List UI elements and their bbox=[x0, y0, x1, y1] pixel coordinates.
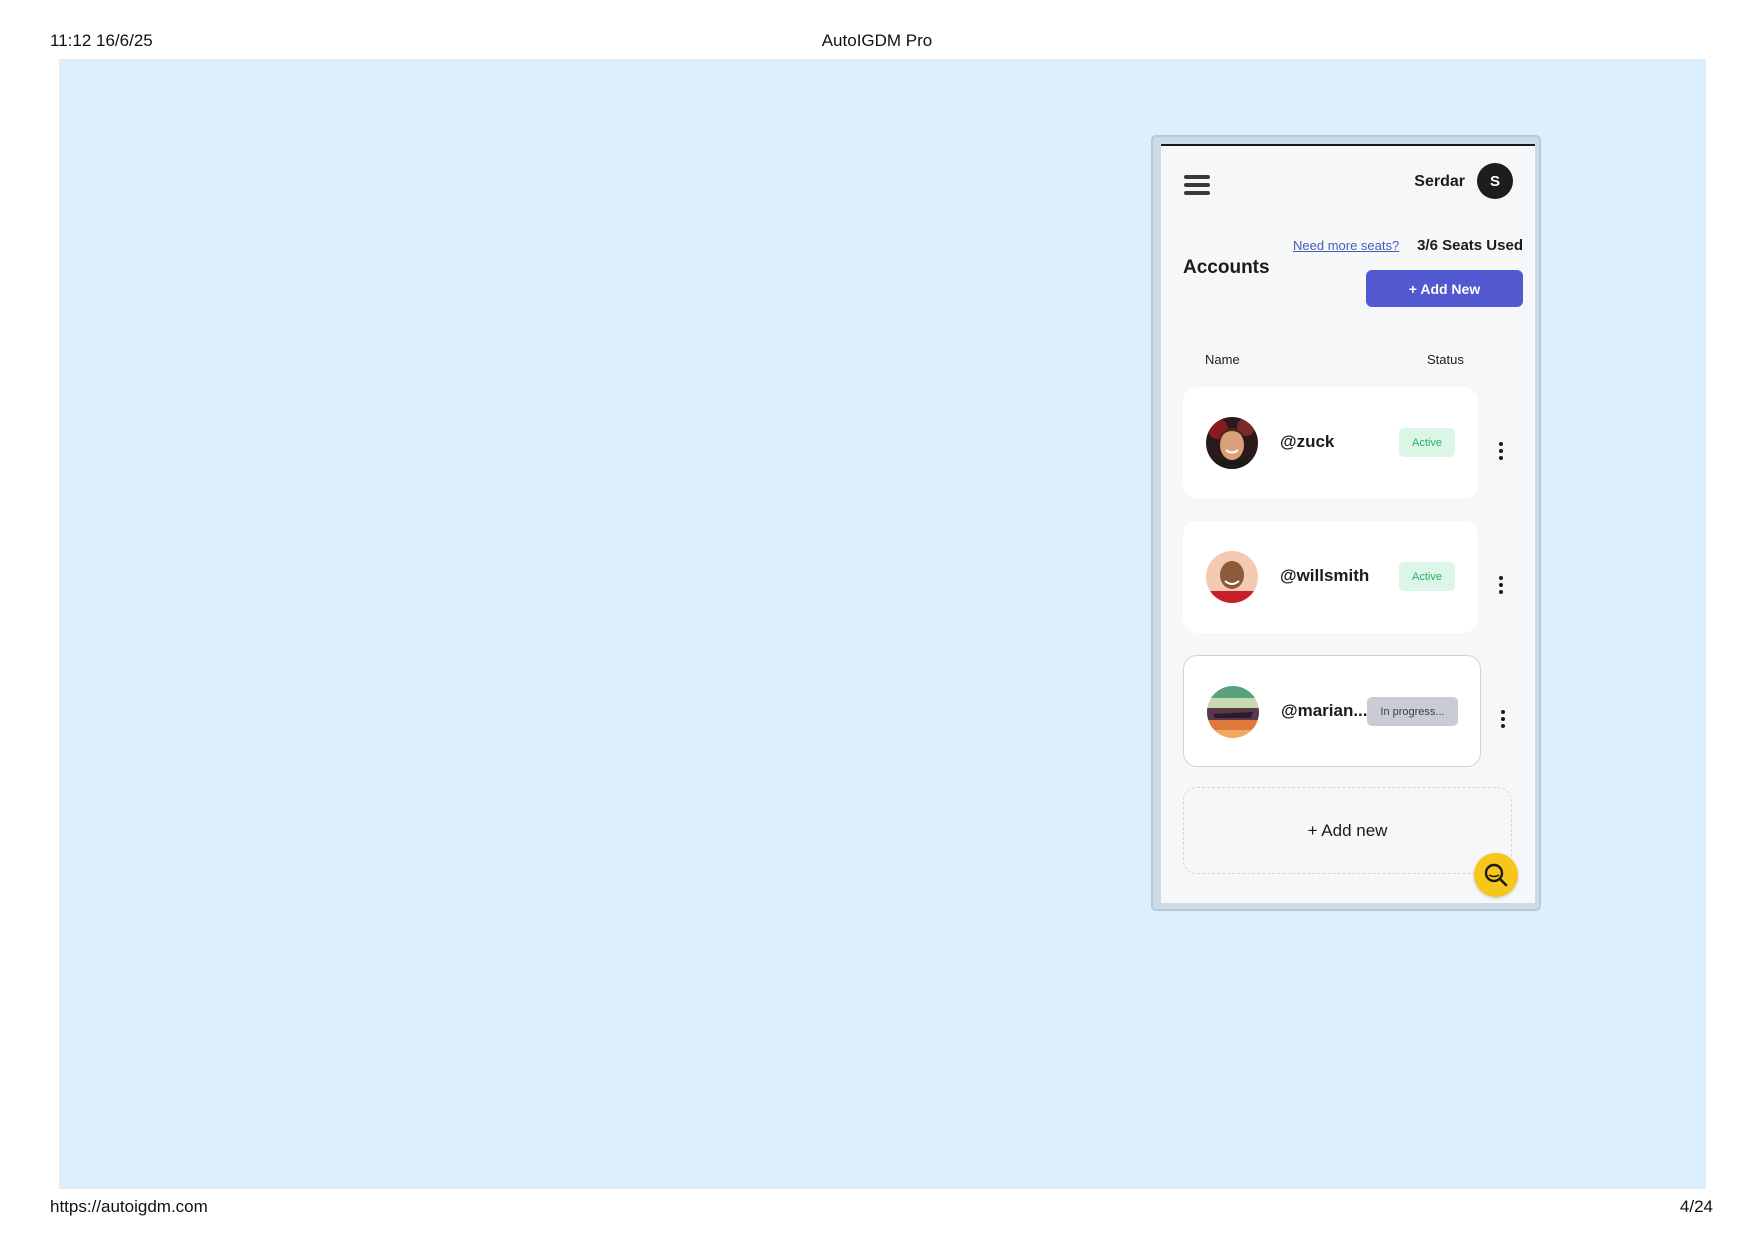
account-handle: @marian... bbox=[1281, 701, 1368, 720]
add-new-button[interactable]: + Add New bbox=[1366, 270, 1523, 307]
user-name: Serdar bbox=[1414, 173, 1465, 190]
account-card[interactable]: @marian... In progress... bbox=[1183, 655, 1481, 767]
phone-screen: Serdar S Need more seats? 3/6 Seats Used… bbox=[1161, 144, 1535, 903]
search-icon[interactable] bbox=[1474, 853, 1518, 897]
account-card[interactable]: @zuck Active bbox=[1183, 387, 1478, 499]
print-page-number: 4/24 bbox=[1679, 1197, 1713, 1216]
print-title: AutoIGDM Pro bbox=[821, 31, 933, 50]
page-canvas: Serdar S Need more seats? 3/6 Seats Used… bbox=[59, 59, 1706, 1189]
account-avatar bbox=[1206, 417, 1258, 469]
account-avatar bbox=[1207, 686, 1259, 738]
account-card[interactable]: @willsmith Active bbox=[1183, 521, 1478, 633]
kebab-vertical-icon[interactable] bbox=[1496, 576, 1506, 598]
page-title: Accounts bbox=[1183, 257, 1270, 278]
add-new-account-card[interactable]: + Add new bbox=[1183, 787, 1512, 874]
column-header-name: Name bbox=[1205, 352, 1240, 367]
status-badge: Active bbox=[1399, 428, 1455, 457]
seats-used-label: 3/6 Seats Used bbox=[1417, 237, 1523, 254]
account-avatar bbox=[1206, 551, 1258, 603]
hamburger-menu-icon[interactable] bbox=[1184, 175, 1210, 195]
kebab-vertical-icon[interactable] bbox=[1496, 442, 1506, 464]
need-more-seats-link[interactable]: Need more seats? bbox=[1293, 238, 1399, 253]
user-avatar[interactable]: S bbox=[1477, 163, 1513, 199]
kebab-vertical-icon[interactable] bbox=[1498, 710, 1508, 732]
print-url: https://autoigdm.com bbox=[50, 1197, 208, 1216]
account-handle: @willsmith bbox=[1280, 566, 1370, 585]
account-handle: @zuck bbox=[1280, 432, 1335, 451]
phone-frame: Serdar S Need more seats? 3/6 Seats Used… bbox=[1151, 135, 1541, 911]
status-badge: In progress... bbox=[1367, 697, 1458, 726]
column-header-status: Status bbox=[1427, 352, 1464, 367]
status-badge: Active bbox=[1399, 562, 1455, 591]
